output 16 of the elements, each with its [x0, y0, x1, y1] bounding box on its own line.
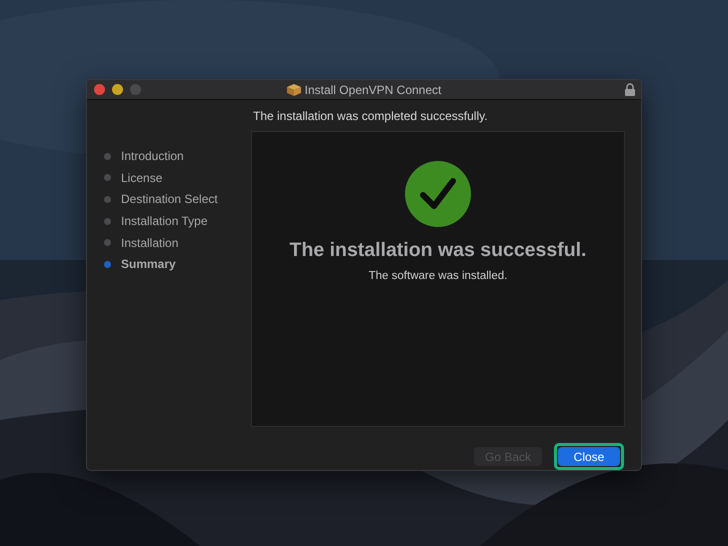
- checkmark-icon: [405, 161, 471, 227]
- step-label: Installation Type: [121, 214, 208, 228]
- package-icon: [286, 84, 301, 96]
- minimize-button[interactable]: [112, 84, 123, 95]
- dialog-button[interactable]: Close: [558, 447, 620, 466]
- success-message: The software was installed.: [368, 270, 508, 282]
- close-window-button[interactable]: [94, 84, 105, 95]
- lock-icon: [625, 83, 635, 96]
- status-heading: The installation was completed successfully.: [253, 108, 488, 122]
- success-heading: The installation was successful.: [290, 239, 586, 262]
- step-label: Destination Select: [121, 192, 218, 206]
- step-label: License: [121, 170, 162, 185]
- window-title: Install OpenVPN Connect: [304, 82, 442, 96]
- step-label: Summary: [121, 257, 176, 272]
- step-label: Introduction: [121, 149, 184, 164]
- step-label: Installation: [121, 236, 178, 250]
